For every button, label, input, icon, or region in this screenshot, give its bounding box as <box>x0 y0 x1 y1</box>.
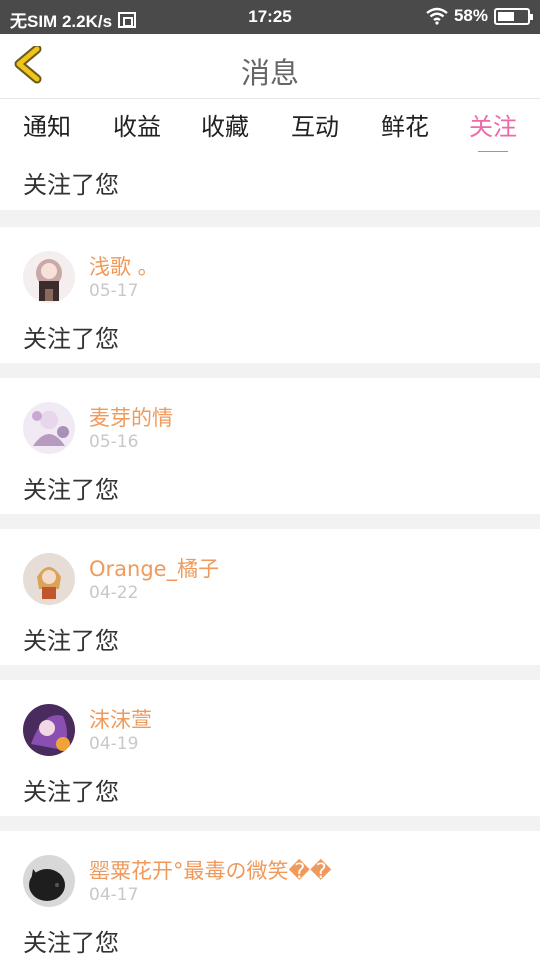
list-item[interactable]: 浅歌 。 05-17 关注了您 <box>0 227 540 363</box>
notification-message: 关注了您 <box>23 325 119 353</box>
battery-fill <box>498 11 515 21</box>
notification-date: 04-22 <box>89 583 139 603</box>
user-name[interactable]: Orange_橘子 <box>89 553 219 583</box>
avatar[interactable] <box>23 855 75 907</box>
tab-notifications[interactable]: 通知 <box>2 107 92 142</box>
notification-message: 关注了您 <box>23 476 119 504</box>
avatar[interactable] <box>23 553 75 605</box>
nav-bar: 消息 <box>0 34 540 99</box>
notification-message: 关注了您 <box>23 627 119 655</box>
list-item[interactable]: 沫沫萱 04-19 关注了您 <box>0 680 540 816</box>
notification-date: 05-16 <box>89 432 139 452</box>
tab-earnings[interactable]: 收益 <box>92 107 182 142</box>
list-item[interactable]: Orange_橘子 04-22 关注了您 <box>0 529 540 665</box>
tab-bar: 通知 收益 收藏 互动 鲜花 关注 <box>0 99 540 154</box>
notification-list[interactable]: 关注了您 浅歌 。 05-17 关注了您 麦芽的情 05-16 关注了您 Ora… <box>0 152 540 960</box>
avatar[interactable] <box>23 704 75 756</box>
user-name[interactable]: 罂粟花开°最毒の微笑�� <box>89 855 332 885</box>
avatar-image <box>23 553 75 605</box>
status-bar: 无SIM 2.2K/s 17:25 58% <box>0 0 540 34</box>
avatar[interactable] <box>23 251 75 303</box>
battery-percent: 58% <box>453 6 488 25</box>
tab-follows-label: 关注 <box>469 113 517 141</box>
notification-message: 关注了您 <box>23 778 119 806</box>
tab-favorites[interactable]: 收藏 <box>180 107 270 142</box>
avatar-image <box>23 251 75 303</box>
notification-message: 关注了您 <box>23 929 119 957</box>
avatar-image <box>23 855 75 907</box>
wifi-icon <box>426 7 448 25</box>
notification-message: 关注了您 <box>23 171 119 199</box>
user-name[interactable]: 沫沫萱 <box>89 704 152 734</box>
status-right: 58% <box>426 6 533 26</box>
tab-flowers[interactable]: 鲜花 <box>360 107 450 142</box>
notification-date: 04-19 <box>89 734 139 754</box>
battery-icon <box>494 7 533 25</box>
user-name[interactable]: 浅歌 。 <box>89 251 159 281</box>
avatar[interactable] <box>23 402 75 454</box>
page-title: 消息 <box>240 56 299 90</box>
list-item[interactable]: 麦芽的情 05-16 关注了您 <box>0 378 540 514</box>
tab-interactions[interactable]: 互动 <box>270 107 360 142</box>
list-item[interactable]: 关注了您 <box>0 152 540 210</box>
list-item[interactable]: 罂粟花开°最毒の微笑�� 04-17 关注了您 <box>0 831 540 960</box>
notification-date: 05-17 <box>89 281 139 301</box>
tab-follows[interactable]: 关注 <box>448 107 538 154</box>
user-name[interactable]: 麦芽的情 <box>89 402 173 432</box>
avatar-image <box>23 704 75 756</box>
notification-date: 04-17 <box>89 885 139 905</box>
avatar-image <box>23 402 75 454</box>
